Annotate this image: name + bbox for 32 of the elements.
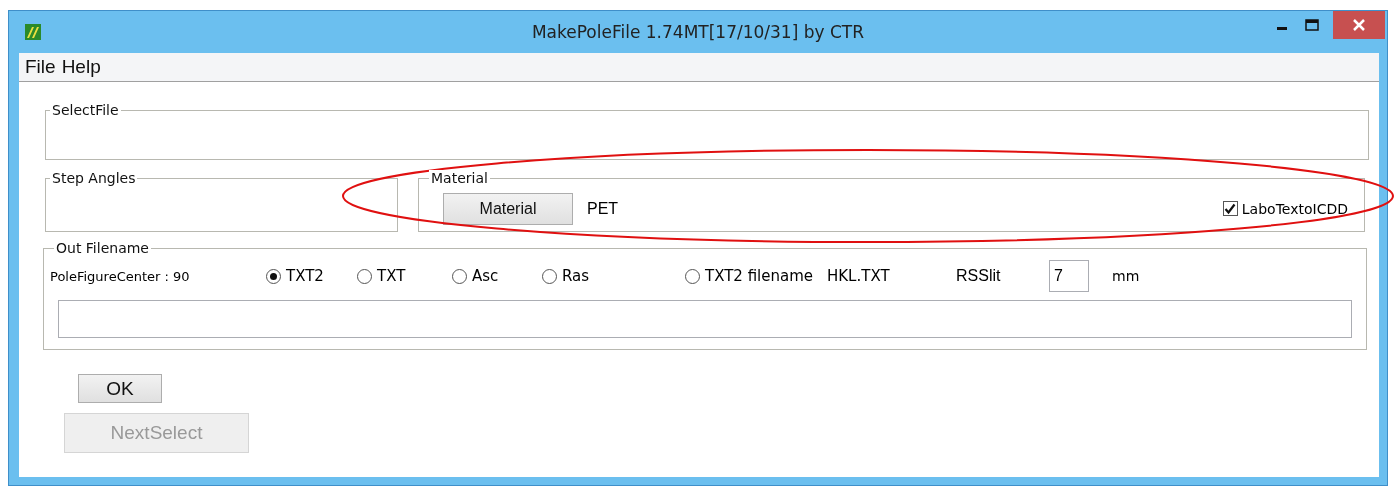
radio-label: TXT <box>377 267 406 285</box>
radio-button[interactable] <box>266 268 281 284</box>
checkbox-label: LaboTextoICDD <box>1241 200 1348 217</box>
group-label: SelectFile <box>51 102 120 118</box>
radio-label: Ras <box>562 267 590 285</box>
rsslit-field[interactable]: 7 <box>1049 260 1089 292</box>
window-title: MakePoleFile 1.74MT[17/10/31] by CTR <box>531 22 865 42</box>
radio-label: TXT2 <box>286 267 324 285</box>
ok-button[interactable]: OK <box>78 374 162 403</box>
menu-item[interactable]: Help <box>61 56 101 78</box>
filename-field[interactable] <box>58 300 1352 338</box>
close-button[interactable] <box>1333 11 1385 39</box>
menu-item[interactable]: File <box>25 56 56 78</box>
material-button[interactable]: Material <box>443 192 573 225</box>
group-label: Step Angles <box>51 170 137 186</box>
rsslit-label: RSSlit <box>956 267 1002 285</box>
group-label: Material <box>429 170 490 186</box>
app-icon <box>25 24 41 40</box>
maximize-icon[interactable] <box>1305 19 1319 31</box>
checkbox[interactable] <box>1222 201 1238 216</box>
radio-button[interactable] <box>357 268 372 284</box>
unit-label: mm <box>1112 268 1140 284</box>
pole-figure-center-label: PoleFigureCenter : 90 <box>50 268 191 284</box>
material-value: PET <box>587 199 619 218</box>
group-label: Out Filename <box>55 240 150 256</box>
radio-label: Asc <box>472 267 499 285</box>
radio-button[interactable] <box>685 268 700 284</box>
filename-value: HKL.TXT <box>827 267 891 285</box>
radio-button[interactable] <box>542 268 557 284</box>
close-icon <box>1352 18 1366 32</box>
radio-label: TXT2 filename <box>705 267 814 285</box>
radio-button[interactable] <box>452 268 467 284</box>
